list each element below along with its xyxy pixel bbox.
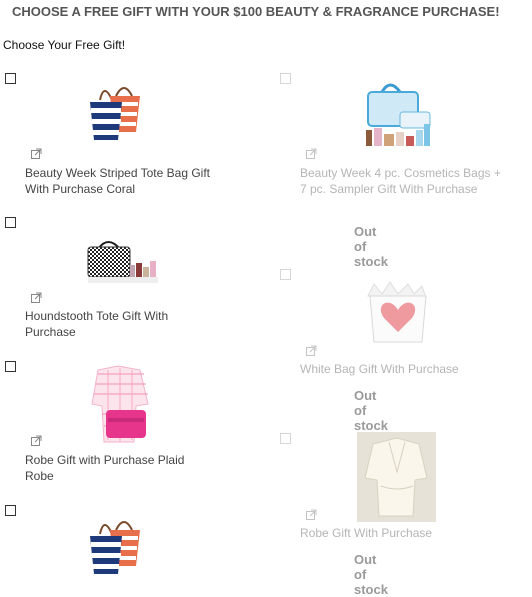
out-of-stock-label: Out of stock <box>354 224 388 269</box>
striped-tote-image[interactable] <box>86 514 144 576</box>
gift-name[interactable]: Beauty Week Striped Tote Bag Gift With P… <box>25 165 230 197</box>
gift-checkbox[interactable] <box>5 73 16 84</box>
gift-checkbox[interactable] <box>280 269 291 280</box>
gift-checkbox[interactable] <box>5 505 16 516</box>
gift-name[interactable]: Robe Gift With Purchase <box>300 525 505 541</box>
out-of-stock-label: Out of stock <box>354 552 388 597</box>
plaid-robe-image[interactable] <box>88 364 152 446</box>
white-heart-bag-image[interactable] <box>360 280 432 344</box>
choose-gift-heading: Choose Your Free Gift! <box>3 38 126 52</box>
external-link-icon[interactable] <box>306 148 317 159</box>
gift-name[interactable]: Beauty Week 4 pc. Cosmetics Bags + 7 pc.… <box>300 165 505 197</box>
striped-tote-image[interactable] <box>86 80 144 144</box>
gift-name[interactable]: Robe Gift with Purchase Plaid Robe <box>25 452 215 484</box>
gift-checkbox[interactable] <box>280 433 291 444</box>
external-link-icon[interactable] <box>31 292 42 303</box>
page-header-title: CHOOSE A FREE GIFT WITH YOUR $100 BEAUTY… <box>12 4 500 19</box>
external-link-icon[interactable] <box>306 509 317 520</box>
gift-checkbox[interactable] <box>5 217 16 228</box>
houndstooth-tote-image[interactable] <box>84 235 162 287</box>
gift-name[interactable]: Houndstooth Tote Gift With Purchase <box>25 308 215 340</box>
external-link-icon[interactable] <box>306 345 317 356</box>
external-link-icon[interactable] <box>31 435 42 446</box>
gift-name[interactable]: White Bag Gift With Purchase <box>300 361 505 377</box>
gift-checkbox[interactable] <box>5 361 16 372</box>
white-robe-image[interactable] <box>357 432 436 522</box>
cosmetics-bags-image[interactable] <box>360 78 432 156</box>
external-link-icon[interactable] <box>31 148 42 159</box>
gift-checkbox[interactable] <box>280 73 291 84</box>
out-of-stock-label: Out of stock <box>354 388 388 433</box>
